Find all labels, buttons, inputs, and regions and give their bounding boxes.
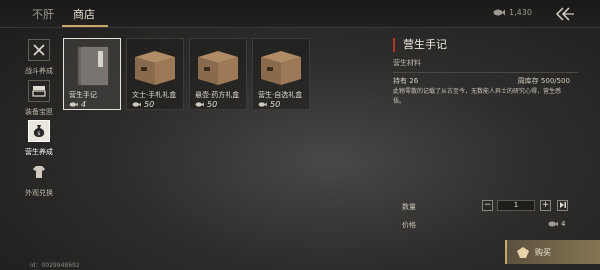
fish-coin-icon <box>493 9 505 16</box>
category-label: 战斗养成 <box>25 67 53 75</box>
item-price: 50 <box>258 100 280 109</box>
crossed-swords-icon <box>28 39 50 61</box>
wooden-box-icon <box>261 51 301 85</box>
total-price-value: 4 <box>561 220 566 228</box>
skip-max-icon <box>559 202 566 208</box>
currency-amount: 1,430 <box>509 8 532 17</box>
top-bar: 不肝 商店 1,430 <box>0 0 600 28</box>
active-tab-indicator <box>62 25 108 27</box>
money-bag-icon: $ <box>28 120 50 142</box>
item-card-selectable-box[interactable]: 营生·自选礼盒 50 <box>252 38 310 110</box>
detail-description: 此物零散的记载了从古至今，无数能人异士的研究心得，营生感悟。 <box>393 88 562 105</box>
purchase-icon <box>517 246 529 258</box>
category-outfit-exchange[interactable]: 外观兑换 <box>8 161 70 198</box>
item-price-value: 50 <box>144 100 155 109</box>
fish-coin-icon <box>548 221 558 227</box>
item-card-notebook[interactable]: 营生手记 4 <box>63 38 121 110</box>
buy-label: 购买 <box>535 247 551 257</box>
item-name: 文士·手札礼盒 <box>132 91 177 99</box>
category-combat[interactable]: 战斗养成 <box>8 39 70 76</box>
item-name: 营生·自选礼盒 <box>258 91 303 99</box>
stock-label: 周库存 <box>517 77 539 85</box>
wooden-box-icon <box>198 51 238 85</box>
category-label: 营生养成 <box>25 148 53 156</box>
chest-icon <box>28 80 50 102</box>
item-name: 悬壶·药方礼盒 <box>195 91 240 99</box>
buy-button[interactable]: 购买 <box>505 240 600 264</box>
category-equipment-box[interactable]: 装备宝匣 <box>8 80 70 117</box>
weekly-stock: 周库存 500/500 <box>518 76 570 86</box>
tab-bugan[interactable]: 不肝 <box>32 6 54 22</box>
quantity-label: 数量 <box>402 203 416 211</box>
tab-shop[interactable]: 商店 <box>73 6 95 22</box>
outfit-icon <box>28 161 50 183</box>
category-livelihood[interactable]: $ 营生养成 <box>8 120 70 157</box>
item-price-value: 50 <box>207 100 218 109</box>
max-quantity-button[interactable] <box>557 200 568 211</box>
decrease-quantity-button[interactable]: − <box>482 200 493 211</box>
item-detail-panel: 营生手记 营生材料 持有 26 周库存 500/500 此物零散的记载了从古至今… <box>393 38 578 105</box>
item-price-value: 4 <box>81 100 87 109</box>
item-price-value: 50 <box>270 100 281 109</box>
quantity-input[interactable]: 1 <box>497 200 535 211</box>
price-label: 价格 <box>402 221 416 229</box>
notebook-icon <box>77 46 109 86</box>
currency-display: 1,430 <box>493 8 532 17</box>
owned-value: 26 <box>409 77 419 85</box>
item-name: 营生手记 <box>69 91 97 99</box>
stock-value: 500/500 <box>540 77 570 85</box>
fish-coin-icon <box>132 102 141 107</box>
total-price: 4 <box>548 220 565 228</box>
item-price: 4 <box>69 100 86 109</box>
fish-coin-icon <box>69 102 78 107</box>
user-id: id：0029948692 <box>30 262 80 269</box>
category-label: 外观兑换 <box>25 189 53 197</box>
svg-text:$: $ <box>37 131 40 137</box>
fish-coin-icon <box>258 102 267 107</box>
wooden-box-icon <box>135 51 175 85</box>
detail-stats-row: 持有 26 周库存 500/500 <box>393 76 578 86</box>
item-price: 50 <box>132 100 154 109</box>
item-price: 50 <box>195 100 217 109</box>
item-card-scholar-box[interactable]: 文士·手札礼盒 50 <box>126 38 184 110</box>
category-label: 装备宝匣 <box>25 108 53 116</box>
detail-subtitle: 营生材料 <box>393 58 578 73</box>
detail-title: 营生手记 <box>393 38 578 52</box>
fish-coin-icon <box>195 102 204 107</box>
item-card-medicine-box[interactable]: 悬壶·药方礼盒 50 <box>189 38 247 110</box>
owned-label: 持有 <box>393 77 407 85</box>
increase-quantity-button[interactable]: + <box>540 200 551 211</box>
back-arrow-icon[interactable] <box>553 7 575 21</box>
